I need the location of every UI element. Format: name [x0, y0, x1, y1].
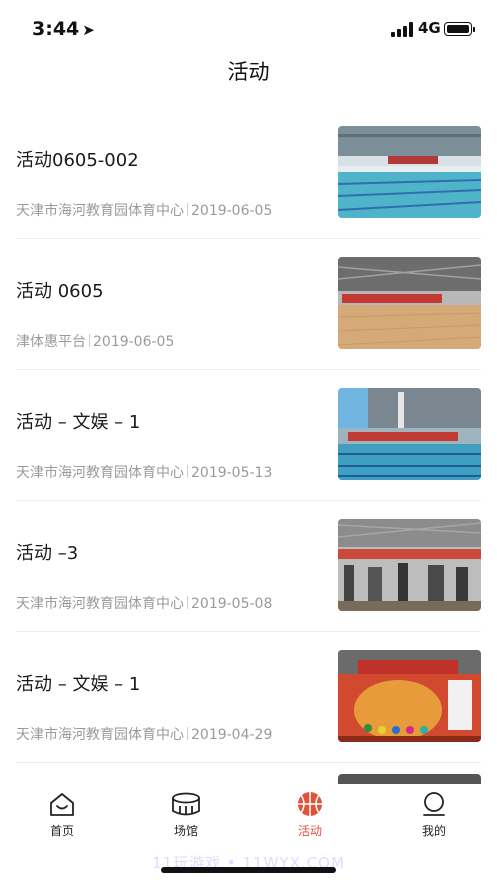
tab-activities[interactable]: 活动 — [270, 791, 350, 843]
list-item[interactable]: 活动0605-002 天津市海河教育园体育中心 2019-06-05 — [16, 108, 481, 239]
tab-venues[interactable]: 场馆 — [146, 791, 226, 843]
activity-thumbnail[interactable] — [338, 388, 481, 480]
list-item[interactable]: 活动 –3 天津市海河教育园体育中心 2019-05-08 — [16, 501, 481, 632]
tab-venues-label: 场馆 — [173, 824, 198, 838]
activity-title: 活动 – 文娱 – 1 — [16, 674, 141, 695]
activity-date: 2019-06-05 — [93, 334, 175, 350]
tab-profile[interactable]: 我的 — [394, 791, 474, 843]
basketball-icon — [298, 792, 322, 816]
activity-title: 活动 – 文娱 – 1 — [16, 412, 141, 433]
list-item[interactable]: 活动 – 文娱 – 1 天津市海河教育园体育中心 2019-05-13 — [16, 370, 481, 501]
activity-date: 2019-05-13 — [191, 465, 273, 481]
status-bar: 3:44 ➤ 4G — [0, 0, 497, 60]
activity-thumbnail[interactable] — [338, 519, 481, 611]
activity-list: 活动0605-002 天津市海河教育园体育中心 2019-06-05 活动 060… — [0, 108, 497, 763]
profile-icon — [423, 792, 445, 816]
battery-icon — [444, 22, 472, 36]
tab-profile-label: 我的 — [421, 824, 446, 838]
stadium-icon — [172, 792, 200, 816]
signal-icon — [391, 22, 413, 37]
list-item[interactable]: 活动 0605 津体惠平台 2019-06-05 — [16, 239, 481, 370]
activity-thumbnail[interactable] — [338, 257, 481, 349]
list-item[interactable]: 活动 – 文娱 – 1 天津市海河教育园体育中心 2019-04-29 — [16, 632, 481, 763]
tab-home[interactable]: 首页 — [22, 791, 102, 843]
location-arrow-icon: ➤ — [82, 21, 95, 39]
activity-thumbnail[interactable] — [338, 650, 481, 742]
activity-venue: 天津市海河教育园体育中心 — [16, 465, 184, 481]
tab-activities-label: 活动 — [297, 824, 322, 838]
activity-venue: 津体惠平台 — [16, 334, 86, 350]
status-time: 3:44 ➤ — [32, 18, 95, 40]
activity-title: 活动 –3 — [16, 543, 79, 564]
activity-venue: 天津市海河教育园体育中心 — [16, 203, 184, 219]
activity-title: 活动 0605 — [16, 281, 104, 302]
activity-date: 2019-05-08 — [191, 596, 273, 612]
activity-thumbnail-partial — [338, 774, 481, 784]
tab-home-label: 首页 — [49, 824, 74, 838]
page-title: 活动 — [227, 60, 270, 84]
activity-date: 2019-04-29 — [191, 727, 273, 743]
activity-venue: 天津市海河教育园体育中心 — [16, 596, 184, 612]
activity-title: 活动0605-002 — [16, 150, 139, 171]
home-icon — [50, 793, 74, 816]
network-type: 4G — [418, 19, 441, 37]
activity-thumbnail[interactable] — [338, 126, 481, 218]
activity-date: 2019-06-05 — [191, 203, 273, 219]
activity-meta: 天津市海河教育园体育中心 2019-05-13 — [16, 462, 272, 482]
activity-venue: 天津市海河教育园体育中心 — [16, 727, 184, 743]
activity-meta: 天津市海河教育园体育中心 2019-04-29 — [16, 724, 272, 744]
activity-meta: 天津市海河教育园体育中心 2019-06-05 — [16, 200, 272, 220]
activity-meta: 津体惠平台 2019-06-05 — [16, 331, 174, 351]
home-indicator[interactable] — [161, 867, 336, 873]
activity-meta: 天津市海河教育园体育中心 2019-05-08 — [16, 593, 272, 613]
